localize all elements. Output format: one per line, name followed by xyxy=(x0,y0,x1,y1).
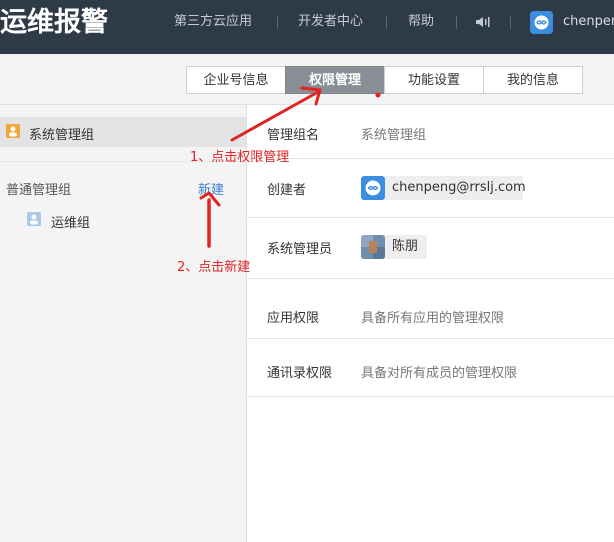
system-admin-label: 系统管理员 xyxy=(267,242,333,257)
divider xyxy=(247,396,614,397)
divider xyxy=(247,338,614,339)
speaker-icon[interactable] xyxy=(475,15,491,29)
group-icon xyxy=(6,124,20,138)
contacts-permission-label: 通讯录权限 xyxy=(267,366,333,381)
divider xyxy=(247,278,614,279)
creator-chip: chenpeng@rrslj.com xyxy=(361,176,526,200)
annotation-step-2: 2、点击新建 xyxy=(177,260,251,275)
nav-developer-center[interactable]: 开发者中心 xyxy=(298,13,363,31)
normal-group-title: 普通管理组 xyxy=(6,183,72,198)
nav-separator xyxy=(386,16,387,29)
user-avatar-icon[interactable] xyxy=(530,11,553,34)
user-avatar-icon xyxy=(361,176,385,200)
sidebar xyxy=(0,105,247,542)
divider xyxy=(247,158,614,159)
system-admin-chip: 陈朋 xyxy=(361,235,427,259)
sidebar-item-ops-group[interactable]: 运维组 xyxy=(51,212,90,231)
nav-third-party-apps[interactable]: 第三方云应用 xyxy=(174,13,252,31)
tab-enterprise-info[interactable]: 企业号信息 xyxy=(186,66,286,94)
app-title: 运维报警 xyxy=(0,7,108,38)
tab-my-info[interactable]: 我的信息 xyxy=(483,66,583,94)
tab-permission-management[interactable]: 权限管理 xyxy=(285,66,385,94)
nav-separator xyxy=(510,16,511,29)
system-admin-value: 陈朋 xyxy=(392,239,419,254)
creator-value: chenpeng@rrslj.com xyxy=(392,180,526,195)
group-name-label: 管理组名 xyxy=(267,128,320,143)
nav-help[interactable]: 帮助 xyxy=(408,13,434,31)
user-name[interactable]: chenpeng xyxy=(563,13,614,31)
nav-separator xyxy=(277,16,278,29)
avatar-icon xyxy=(361,235,385,259)
contacts-permission-value: 具备对所有成员的管理权限 xyxy=(361,366,518,381)
new-group-link[interactable]: 新建 xyxy=(198,179,224,198)
annotation-step-1: 1、点击权限管理 xyxy=(190,150,290,165)
group-icon xyxy=(27,212,41,226)
sidebar-item-label: 系统管理组 xyxy=(29,128,95,143)
group-name-value: 系统管理组 xyxy=(361,128,427,143)
app-permission-value: 具备所有应用的管理权限 xyxy=(361,311,505,326)
tab-feature-settings[interactable]: 功能设置 xyxy=(384,66,484,94)
nav-separator xyxy=(456,16,457,29)
divider xyxy=(247,217,614,218)
app-permission-label: 应用权限 xyxy=(267,311,320,326)
creator-label: 创建者 xyxy=(267,183,307,198)
